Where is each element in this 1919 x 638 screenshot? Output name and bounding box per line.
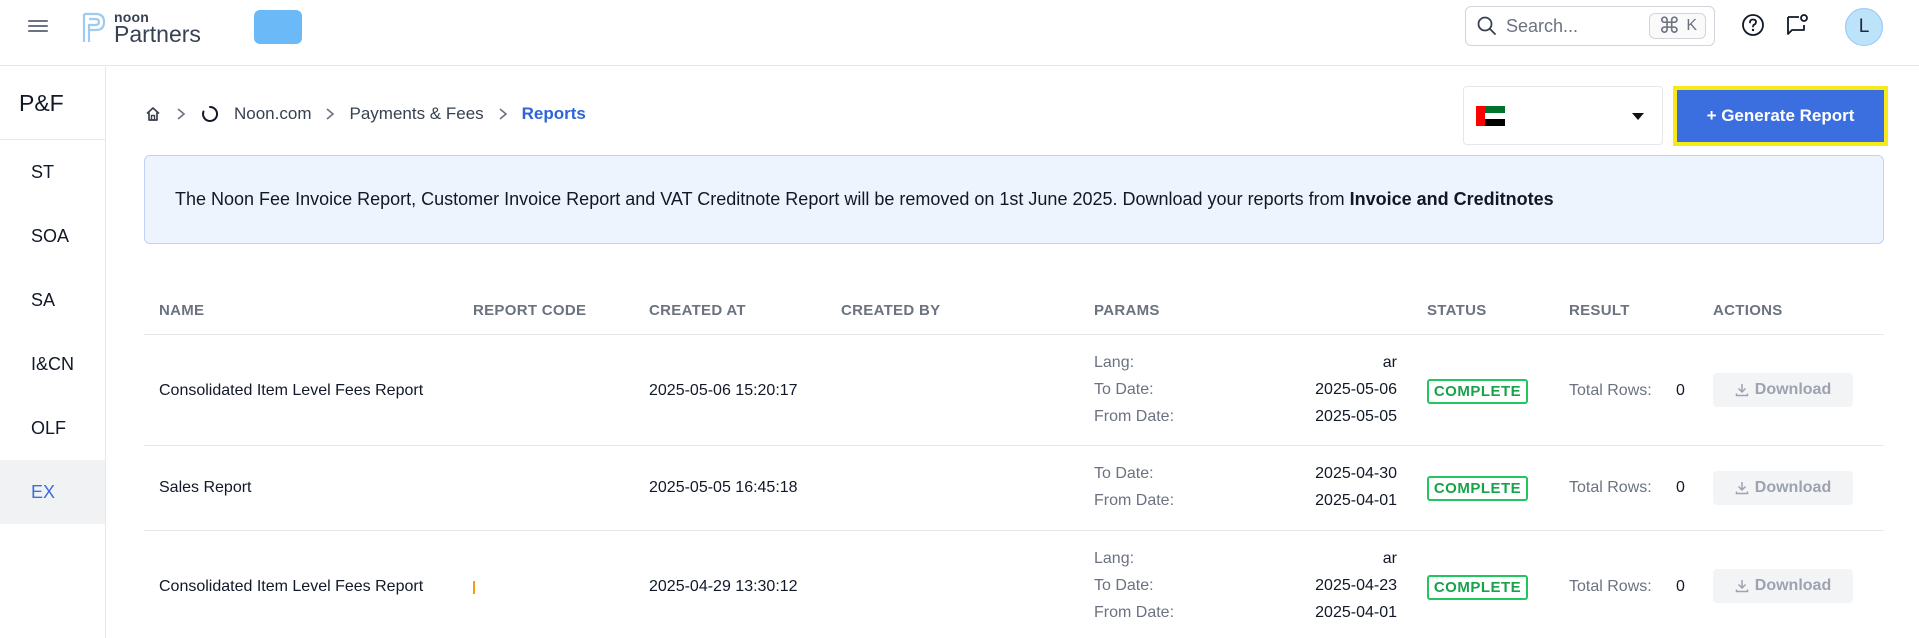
param-label: To Date:	[1094, 381, 1154, 398]
help-icon[interactable]	[1740, 12, 1766, 38]
logo-big-text: Partners	[114, 21, 201, 47]
logo[interactable]: noon Partners	[80, 8, 201, 48]
search-icon	[1477, 16, 1496, 35]
uae-flag-icon	[1476, 106, 1505, 126]
generate-report-highlight: + Generate Report	[1673, 86, 1888, 146]
download-button[interactable]: Download	[1713, 471, 1853, 505]
breadcrumb-current: Reports	[521, 104, 586, 123]
table-row: Consolidated Item Level Fees Report 2025…	[144, 335, 1884, 446]
sidebar-item-ex[interactable]: EX	[0, 460, 105, 524]
reports-table: NAME REPORT CODE CREATED AT CREATED BY P…	[144, 283, 1884, 638]
notice-text: The Noon Fee Invoice Report, Customer In…	[175, 189, 1350, 209]
invoice-creditnotes-link[interactable]: Invoice and Creditnotes	[1350, 189, 1554, 210]
chevron-right-icon	[499, 108, 507, 120]
sidebar-title: P&F	[0, 67, 105, 140]
download-button[interactable]: Download	[1713, 569, 1853, 603]
column-header-report-code: REPORT CODE	[473, 302, 587, 319]
param-label: From Date:	[1094, 604, 1175, 621]
sidebar-item-soa[interactable]: SOA	[0, 204, 105, 268]
status-badge: COMPLETE	[1427, 379, 1528, 404]
column-header-result: RESULT	[1569, 302, 1630, 319]
sidebar-item-olf[interactable]: OLF	[0, 396, 105, 460]
sidebar-item-icn[interactable]: I&CN	[0, 332, 105, 396]
param-label: From Date:	[1094, 492, 1175, 509]
download-label: Download	[1754, 381, 1832, 398]
search-shortcut: ⌘ K	[1649, 13, 1706, 39]
param-label: Lang:	[1094, 354, 1135, 371]
status-badge: COMPLETE	[1427, 575, 1528, 600]
noon-partners-logo-icon	[82, 12, 106, 42]
result-value: 0	[1676, 479, 1685, 496]
created-at: 2025-05-06 15:20:17	[649, 382, 798, 399]
table-header: NAME REPORT CODE CREATED AT CREATED BY P…	[144, 283, 1884, 335]
sidebar-item-st[interactable]: ST	[0, 140, 105, 204]
param-label: Lang:	[1094, 550, 1135, 567]
chevron-right-icon	[326, 108, 335, 120]
feedback-icon[interactable]	[1784, 12, 1810, 38]
param-label: To Date:	[1094, 577, 1154, 594]
command-key-icon: ⌘	[1658, 13, 1681, 38]
status-badge: COMPLETE	[1427, 476, 1528, 501]
result-label: Total Rows:	[1569, 578, 1652, 595]
sidebar: P&F ST SOA SA I&CN OLF EX	[0, 67, 106, 638]
chevron-down-icon	[1632, 113, 1644, 120]
report-name: Consolidated Item Level Fees Report	[159, 578, 424, 595]
shortcut-key: K	[1686, 17, 1697, 34]
param-value: 2025-04-23	[1315, 577, 1397, 594]
report-code-marker	[473, 581, 475, 594]
breadcrumb-noon-com[interactable]: Noon.com	[234, 104, 311, 124]
result-value: 0	[1676, 382, 1685, 399]
search-box[interactable]: ⌘ K	[1465, 6, 1715, 46]
report-name: Consolidated Item Level Fees Report	[159, 382, 424, 399]
download-icon	[1735, 580, 1749, 593]
column-header-name: NAME	[159, 302, 205, 319]
loading-spinner-icon	[202, 105, 219, 122]
param-value: 2025-05-06	[1315, 381, 1397, 398]
deprecation-notice: The Noon Fee Invoice Report, Customer In…	[144, 155, 1884, 244]
download-button[interactable]: Download	[1713, 373, 1853, 407]
store-switcher[interactable]	[254, 10, 302, 44]
menu-icon[interactable]	[28, 17, 48, 35]
param-value: ar	[1382, 354, 1397, 371]
download-label: Download	[1754, 577, 1832, 594]
param-label: From Date:	[1094, 408, 1175, 425]
top-bar: noon Partners ⌘ K L	[0, 0, 1919, 66]
report-name: Sales Report	[159, 479, 252, 496]
table-row: Sales Report 2025-05-05 16:45:18 To Date…	[144, 446, 1884, 531]
chevron-right-icon	[177, 108, 186, 120]
param-value: ar	[1382, 550, 1397, 567]
param-value: 2025-04-30	[1315, 465, 1397, 482]
column-header-status: STATUS	[1427, 302, 1487, 319]
column-header-params: PARAMS	[1094, 302, 1160, 319]
param-value: 2025-04-01	[1315, 604, 1397, 621]
column-header-created-at: CREATED AT	[649, 302, 746, 319]
created-at: 2025-04-29 13:30:12	[649, 578, 798, 595]
download-icon	[1735, 384, 1749, 397]
param-value: 2025-04-01	[1315, 492, 1397, 509]
breadcrumb: Noon.com Payments & Fees Reports	[144, 100, 586, 128]
breadcrumb-payments-fees[interactable]: Payments & Fees	[349, 104, 483, 124]
generate-report-button[interactable]: + Generate Report	[1677, 90, 1884, 142]
result-label: Total Rows:	[1569, 382, 1652, 399]
created-at: 2025-05-05 16:45:18	[649, 479, 798, 496]
sidebar-item-sa[interactable]: SA	[0, 268, 105, 332]
table-row: Consolidated Item Level Fees Report 2025…	[144, 531, 1884, 638]
column-header-created-by: CREATED BY	[841, 302, 941, 319]
home-icon[interactable]	[144, 105, 162, 123]
search-input[interactable]	[1506, 15, 1646, 37]
avatar[interactable]: L	[1845, 8, 1883, 46]
result-label: Total Rows:	[1569, 479, 1652, 496]
column-header-actions: ACTIONS	[1713, 302, 1783, 319]
download-label: Download	[1754, 479, 1832, 496]
result-value: 0	[1676, 578, 1685, 595]
param-label: To Date:	[1094, 465, 1154, 482]
download-icon	[1735, 482, 1749, 495]
country-select[interactable]	[1463, 86, 1663, 145]
param-value: 2025-05-05	[1315, 408, 1397, 425]
